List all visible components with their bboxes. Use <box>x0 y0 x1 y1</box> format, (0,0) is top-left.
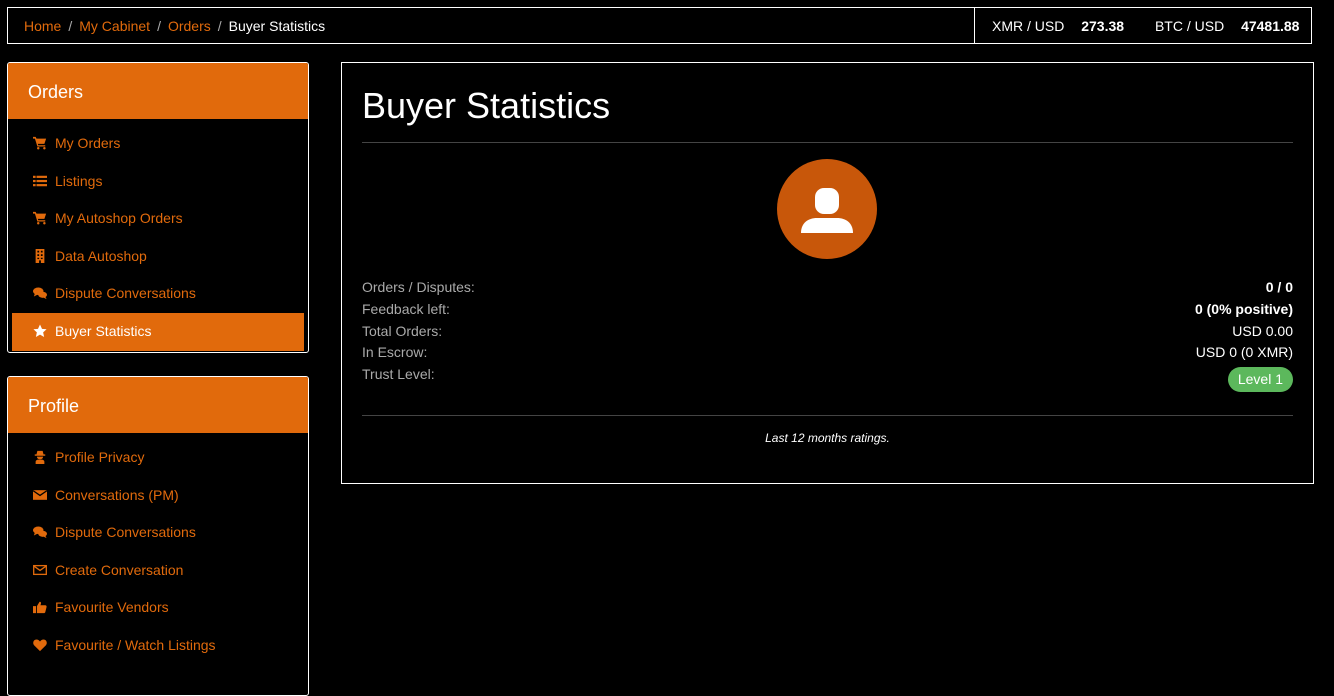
trust-level-cell: Level 1 <box>1227 364 1293 393</box>
avatar <box>777 159 877 259</box>
trust-level-badge: Level 1 <box>1227 367 1293 393</box>
sidebar-item-dispute-conversations[interactable]: Dispute Conversations <box>12 514 304 552</box>
profile-menu: Profile Privacy Conversations (PM) Dispu… <box>8 434 308 669</box>
orders-panel-title: Orders <box>8 63 308 120</box>
envelope-outline-icon <box>33 563 47 577</box>
stat-value: USD 0.00 <box>1232 322 1293 339</box>
divider <box>362 142 1293 143</box>
sidebar-item-profile-privacy[interactable]: Profile Privacy <box>12 439 304 477</box>
xmr-rate-value: 273.38 <box>1081 18 1125 34</box>
buyer-statistics-card: Buyer Statistics Orders / Disputes: 0 / … <box>341 62 1314 484</box>
thumbs-up-icon <box>33 600 47 614</box>
breadcrumb: Home / My Cabinet / Orders / Buyer Statistics <box>24 8 325 43</box>
breadcrumb-separator: / <box>217 18 222 34</box>
stat-row-trust-level: Trust Level: Level 1 <box>362 364 1293 393</box>
user-secret-icon <box>33 450 47 464</box>
breadcrumb-separator: / <box>68 18 73 34</box>
breadcrumb-my-cabinet[interactable]: My Cabinet <box>79 18 150 34</box>
sidebar-item-my-autoshop-orders[interactable]: My Autoshop Orders <box>12 200 304 238</box>
stats-list: Orders / Disputes: 0 / 0 Feedback left: … <box>362 277 1293 393</box>
sidebar-item-label: Data Autoshop <box>55 247 147 264</box>
sidebar-item-label: Buyer Statistics <box>55 322 152 339</box>
sidebar-item-label: Favourite / Watch Listings <box>55 636 216 653</box>
divider <box>362 415 1293 416</box>
breadcrumb-current: Buyer Statistics <box>228 18 326 34</box>
sidebar-item-label: Conversations (PM) <box>55 486 179 503</box>
comments-icon <box>33 525 47 539</box>
sidebar-item-label: My Orders <box>55 135 121 151</box>
sidebar-item-my-orders[interactable]: My Orders <box>12 125 304 163</box>
heart-icon <box>33 638 47 652</box>
page-title: Buyer Statistics <box>362 85 611 126</box>
btc-rate-value: 47481.88 <box>1241 18 1300 34</box>
stat-label: Feedback left: <box>362 300 450 317</box>
sidebar-item-dispute-conversations[interactable]: Dispute Conversations <box>12 275 304 313</box>
cart-icon <box>33 136 47 150</box>
stat-value: USD 0 (0 XMR) <box>1195 344 1293 361</box>
cart-icon <box>33 211 47 225</box>
sidebar-item-listings[interactable]: Listings <box>12 163 304 201</box>
stat-label: Trust Level: <box>362 366 435 383</box>
orders-menu: My Orders Listings My Autoshop Orders Da… <box>8 120 308 352</box>
stat-row-orders-disputes: Orders / Disputes: 0 / 0 <box>362 277 1293 299</box>
sidebar-item-label: Profile Privacy <box>55 449 145 465</box>
btc-rate-label: BTC / USD <box>1154 18 1225 34</box>
sidebar-item-favourite-vendors[interactable]: Favourite Vendors <box>12 589 304 627</box>
stat-row-feedback-left: Feedback left: 0 (0% positive) <box>362 299 1293 321</box>
sidebar-item-conversations-pm[interactable]: Conversations (PM) <box>12 477 304 515</box>
sidebar-item-create-conversation[interactable]: Create Conversation <box>12 552 304 590</box>
stat-value: 0 / 0 <box>1265 279 1293 295</box>
sidebar-item-buyer-statistics[interactable]: Buyer Statistics <box>12 312 304 351</box>
user-avatar-icon <box>801 188 853 233</box>
stat-label: Total Orders: <box>362 322 443 339</box>
stat-value: 0 (0% positive) <box>1194 300 1293 317</box>
sidebar-item-label: Favourite Vendors <box>55 599 169 616</box>
comments-icon <box>33 286 47 300</box>
envelope-icon <box>33 488 47 502</box>
xmr-rate-label: XMR / USD <box>992 18 1065 34</box>
sidebar-item-label: Create Conversation <box>55 561 184 578</box>
profile-panel: Profile Profile Privacy Conversations (P… <box>7 376 309 696</box>
sidebar-item-label: Dispute Conversations <box>55 524 196 541</box>
stat-label: Orders / Disputes: <box>362 279 475 295</box>
breadcrumb-orders[interactable]: Orders <box>168 18 211 34</box>
sidebar-item-data-autoshop[interactable]: Data Autoshop <box>12 238 304 276</box>
orders-panel: Orders My Orders Listings My Autoshop Or… <box>7 62 309 353</box>
breadcrumb-home[interactable]: Home <box>24 18 61 34</box>
top-bar: Home / My Cabinet / Orders / Buyer Statistics … <box>7 7 1312 44</box>
sidebar-item-favourite-watch-listings[interactable]: Favourite / Watch Listings <box>12 627 304 665</box>
sidebar-item-label: Listings <box>55 172 103 189</box>
stat-label: In Escrow: <box>362 344 428 361</box>
exchange-rates: XMR / USD 273.38 BTC / USD 47481.88 <box>974 8 1312 43</box>
sidebar-item-label: Dispute Conversations <box>55 285 196 302</box>
sidebar-item-label: My Autoshop Orders <box>55 210 183 227</box>
stat-row-in-escrow: In Escrow: USD 0 (0 XMR) <box>362 342 1293 364</box>
stat-row-total-orders: Total Orders: USD 0.00 <box>362 321 1293 343</box>
breadcrumb-separator: / <box>157 18 161 34</box>
star-icon <box>33 324 47 338</box>
list-icon <box>33 174 47 188</box>
building-icon <box>33 248 47 263</box>
ratings-footnote: Last 12 months ratings. <box>765 431 890 445</box>
profile-panel-title: Profile <box>8 377 308 434</box>
